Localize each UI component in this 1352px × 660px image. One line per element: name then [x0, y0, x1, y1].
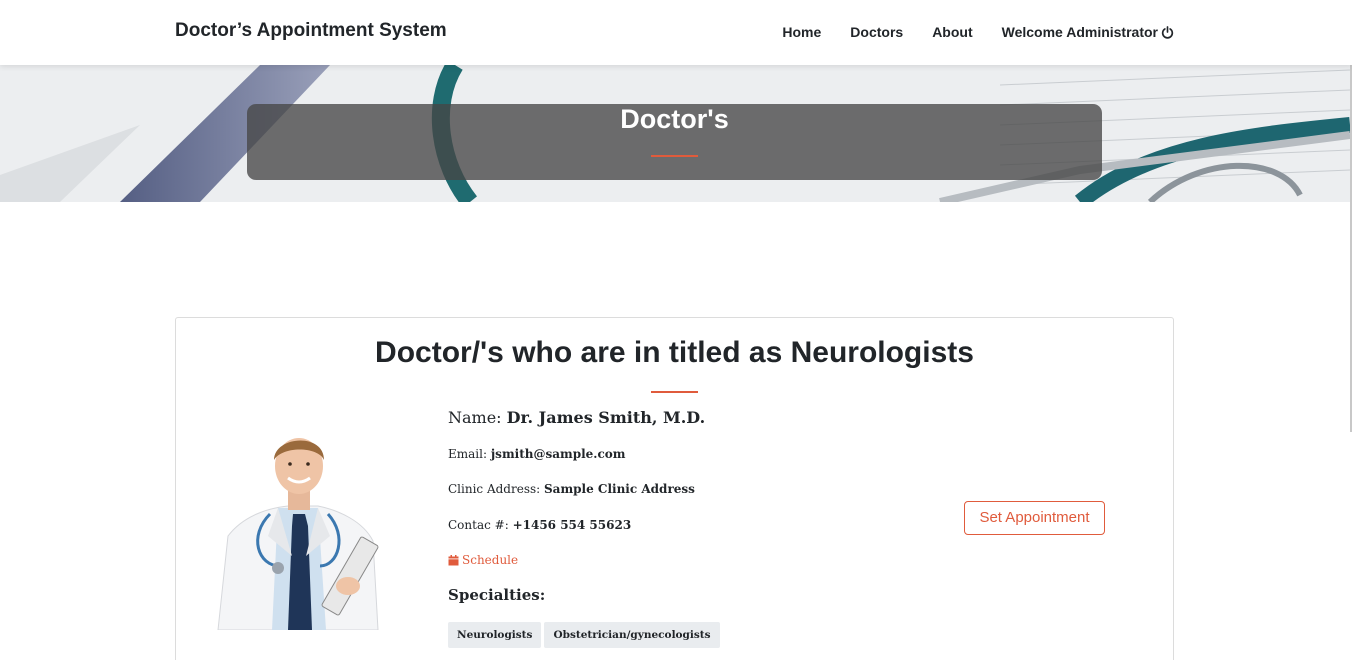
nav-doctors-link[interactable]: Doctors: [850, 24, 903, 40]
email-label: Email:: [448, 447, 488, 461]
hero-title-underline: [651, 155, 698, 157]
doctor-name-row: Name: Dr. James Smith, M.D.: [448, 408, 705, 427]
schedule-label: Schedule: [462, 553, 519, 567]
card-title: Doctor/'s who are in titled as Neurologi…: [375, 336, 974, 369]
specialties-list: Neurologists Obstetrician/gynecologists: [448, 622, 720, 648]
welcome-label: Welcome Administrator: [1001, 24, 1158, 40]
doctor-email: jsmith@sample.com: [490, 447, 626, 461]
set-appointment-button[interactable]: Set Appointment: [964, 501, 1105, 535]
nav-home-link[interactable]: Home: [782, 24, 821, 40]
name-label: Name:: [448, 408, 502, 427]
doctor-card: Doctor/'s who are in titled as Neurologi…: [175, 317, 1174, 660]
specialty-badge: Neurologists: [448, 622, 542, 648]
hero-title-box: Doctor's: [247, 104, 1102, 180]
doctor-contact-row: Contac #: +1456 554 55623: [448, 518, 631, 532]
contact-label: Contac #:: [448, 518, 509, 532]
nav-welcome-link[interactable]: Welcome Administrator: [1002, 24, 1174, 40]
brand-title[interactable]: Doctor’s Appointment System: [175, 20, 447, 42]
card-title-underline: [651, 391, 698, 393]
hero-banner: Doctor's: [0, 65, 1350, 202]
address-label: Clinic Address:: [448, 482, 541, 496]
nav-about-link[interactable]: About: [932, 24, 972, 40]
navbar: Doctor’s Appointment System Home Doctors…: [0, 0, 1352, 65]
specialties-heading: Specialties:: [448, 586, 546, 604]
doctor-address-row: Clinic Address: Sample Clinic Address: [448, 482, 695, 496]
nav-links: Home Doctors About Welcome Administrator: [782, 24, 1174, 40]
power-icon[interactable]: [1161, 25, 1174, 39]
specialty-badge: Obstetrician/gynecologists: [544, 622, 720, 648]
doctor-contact: +1456 554 55623: [512, 518, 632, 532]
schedule-link[interactable]: Schedule: [448, 553, 518, 567]
doctor-email-row: Email: jsmith@sample.com: [448, 447, 625, 461]
calendar-icon: [448, 554, 459, 565]
doctor-address: Sample Clinic Address: [544, 482, 695, 496]
hero-title: Doctor's: [620, 104, 729, 134]
doctor-name: Dr. James Smith, M.D.: [506, 408, 706, 427]
doctor-photo: [217, 438, 379, 630]
